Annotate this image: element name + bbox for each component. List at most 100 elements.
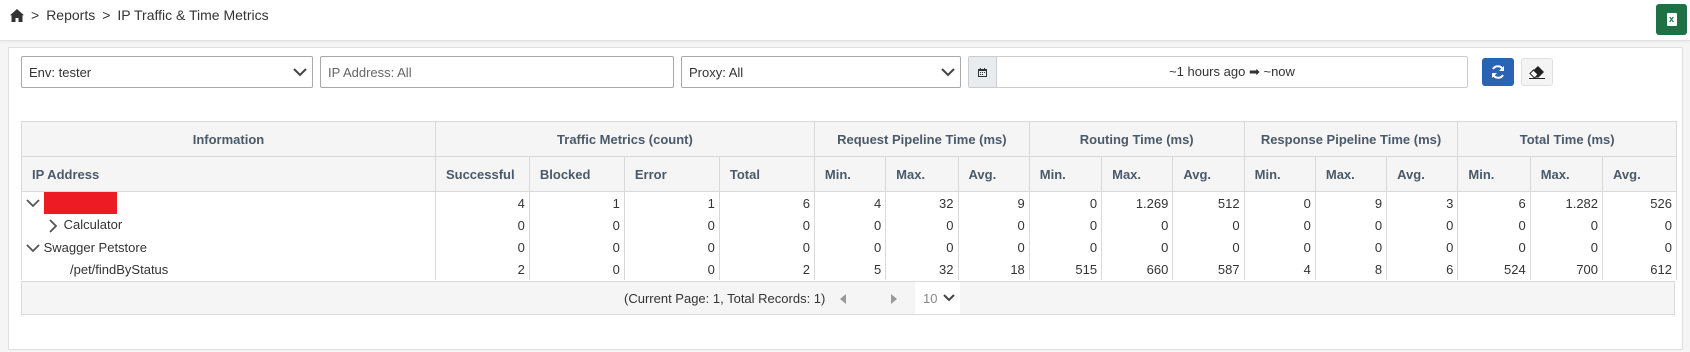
next-page-icon[interactable] xyxy=(890,292,897,307)
column-header[interactable]: Error xyxy=(623,156,720,192)
metric-cell: 1.282 xyxy=(1529,191,1603,214)
refresh-button[interactable] xyxy=(1482,58,1514,86)
column-header[interactable]: Max. xyxy=(1101,156,1174,192)
metric-cell: 4 xyxy=(1243,258,1316,280)
metric-cell: 0 xyxy=(885,236,958,258)
chevron-down-icon[interactable] xyxy=(26,198,40,208)
metric-cell: 0 xyxy=(434,236,530,258)
table-row[interactable]: Calculator 0 0 0 0 0 0 0 0 0 0 0 0 0 0 0 0 xyxy=(22,214,1676,236)
metric-cell: 6 xyxy=(718,191,815,214)
metric-cell: 524 xyxy=(1457,258,1531,280)
metric-cell: 0 xyxy=(434,214,530,236)
page-size-select[interactable]: 10 xyxy=(915,282,960,314)
column-header[interactable]: Max. xyxy=(1314,156,1388,192)
group-header-traffic: Traffic Metrics (count) xyxy=(434,122,815,157)
env-select[interactable]: Env: tester xyxy=(21,56,313,88)
metric-cell: 0 xyxy=(528,214,625,236)
metric-cell: 0 xyxy=(813,236,886,258)
table-row[interactable]: 4 1 1 6 4 32 9 0 1.269 512 0 9 3 6 1.282 526 xyxy=(22,191,1676,214)
column-header[interactable]: Min. xyxy=(1457,156,1531,192)
table-row[interactable]: /pet/findByStatus 2 0 0 2 5 32 18 515 660 587 4 8 6 52… xyxy=(22,258,1676,280)
metric-cell: 0 xyxy=(885,214,958,236)
metric-cell: 0 xyxy=(1028,214,1102,236)
ip-address-cell: Calculator xyxy=(22,214,435,236)
pagination-summary: (Current Page: 1, Total Records: 1) xyxy=(624,291,826,306)
eraser-icon xyxy=(1529,65,1545,79)
metric-cell: 0 xyxy=(957,236,1030,258)
report-panel: Env: tester Proxy: All ~1 hours ago ➡ ~n… xyxy=(8,47,1683,350)
column-header[interactable]: Total xyxy=(718,156,815,192)
column-header[interactable]: Blocked xyxy=(528,156,625,192)
metric-cell: 9 xyxy=(1314,191,1387,214)
metric-cell: 0 xyxy=(623,236,720,258)
metrics-table: Information Traffic Metrics (count) Requ… xyxy=(22,122,1676,280)
metric-cell: 660 xyxy=(1101,258,1173,280)
metric-cell: 9 xyxy=(957,191,1030,214)
column-header[interactable]: IP Address xyxy=(22,156,436,192)
column-header[interactable]: Avg. xyxy=(1386,156,1459,192)
group-header-request-pipeline: Request Pipeline Time (ms) xyxy=(813,122,1030,157)
metric-cell: 0 xyxy=(1602,236,1676,258)
metric-cell: 8 xyxy=(1314,258,1387,280)
metric-cell: 1.269 xyxy=(1101,191,1173,214)
column-header[interactable]: Successful xyxy=(434,156,530,192)
breadcrumb-reports[interactable]: Reports xyxy=(46,7,95,23)
filter-bar: Env: tester Proxy: All ~1 hours ago ➡ ~n… xyxy=(21,56,1682,88)
column-header[interactable]: Avg. xyxy=(1172,156,1245,192)
metric-cell: 0 xyxy=(1028,191,1102,214)
metric-cell: 6 xyxy=(1457,191,1531,214)
chevron-right-icon[interactable] xyxy=(46,219,60,233)
metric-cell: 3 xyxy=(1386,191,1458,214)
group-header-response-pipeline: Response Pipeline Time (ms) xyxy=(1243,122,1459,157)
ip-address-cell: Swagger Petstore xyxy=(22,236,435,258)
excel-icon: x xyxy=(1666,13,1677,26)
metric-cell: 4 xyxy=(434,191,530,214)
metric-cell: 0 xyxy=(1314,214,1387,236)
chevron-down-icon xyxy=(943,294,956,302)
date-range-picker[interactable]: ~1 hours ago ➡ ~now xyxy=(968,56,1468,88)
group-header-routing: Routing Time (ms) xyxy=(1028,122,1245,157)
ip-address-input[interactable] xyxy=(321,64,673,80)
row-label: /pet/findByStatus xyxy=(70,261,169,277)
metric-cell: 0 xyxy=(1243,236,1316,258)
metric-cell: 0 xyxy=(1243,214,1316,236)
metric-cell: 0 xyxy=(1101,214,1173,236)
metric-cell: 0 xyxy=(1602,214,1676,236)
metrics-table-wrapper: Information Traffic Metrics (count) Requ… xyxy=(21,121,1677,280)
column-header[interactable]: Min. xyxy=(813,156,887,192)
breadcrumb-separator: > xyxy=(31,7,40,23)
metric-cell: 515 xyxy=(1028,258,1102,280)
calendar-icon[interactable] xyxy=(969,57,997,87)
metric-cell: 0 xyxy=(528,236,625,258)
export-excel-button[interactable]: x xyxy=(1656,4,1687,35)
metric-cell: 0 xyxy=(813,214,886,236)
chevron-down-icon[interactable] xyxy=(26,243,40,253)
metric-cell: 0 xyxy=(1243,191,1316,214)
group-header-total-time: Total Time (ms) xyxy=(1457,122,1676,157)
column-header[interactable]: Min. xyxy=(1028,156,1103,192)
metric-cell: 2 xyxy=(434,258,530,280)
column-header[interactable]: Min. xyxy=(1243,156,1316,192)
metric-cell: 0 xyxy=(1386,236,1458,258)
column-header[interactable]: Avg. xyxy=(957,156,1030,192)
page-size-value: 10 xyxy=(923,290,938,306)
metric-cell: 32 xyxy=(885,258,958,280)
column-header[interactable]: Max. xyxy=(1529,156,1604,192)
metric-cell: 0 xyxy=(1529,214,1603,236)
table-row[interactable]: Swagger Petstore 0 0 0 0 0 0 0 0 0 0 0 0 0 0 0 0 xyxy=(22,236,1676,258)
ip-address-cell: /pet/findByStatus xyxy=(22,258,435,280)
home-icon[interactable] xyxy=(10,8,24,22)
clear-filters-button[interactable] xyxy=(1521,58,1553,86)
group-header-information: Information xyxy=(22,122,436,157)
ip-address-field[interactable] xyxy=(320,56,674,88)
metric-cell: 18 xyxy=(957,258,1030,280)
metric-cell: 0 xyxy=(1172,214,1245,236)
column-header[interactable]: Avg. xyxy=(1602,156,1676,192)
column-header[interactable]: Max. xyxy=(885,156,959,192)
metric-cell: 0 xyxy=(1529,236,1603,258)
range-to: ~now xyxy=(1263,64,1295,79)
proxy-select[interactable]: Proxy: All xyxy=(681,56,961,88)
metric-cell: 0 xyxy=(1028,236,1102,258)
metric-cell: 0 xyxy=(623,214,720,236)
prev-page-icon[interactable] xyxy=(840,292,847,307)
